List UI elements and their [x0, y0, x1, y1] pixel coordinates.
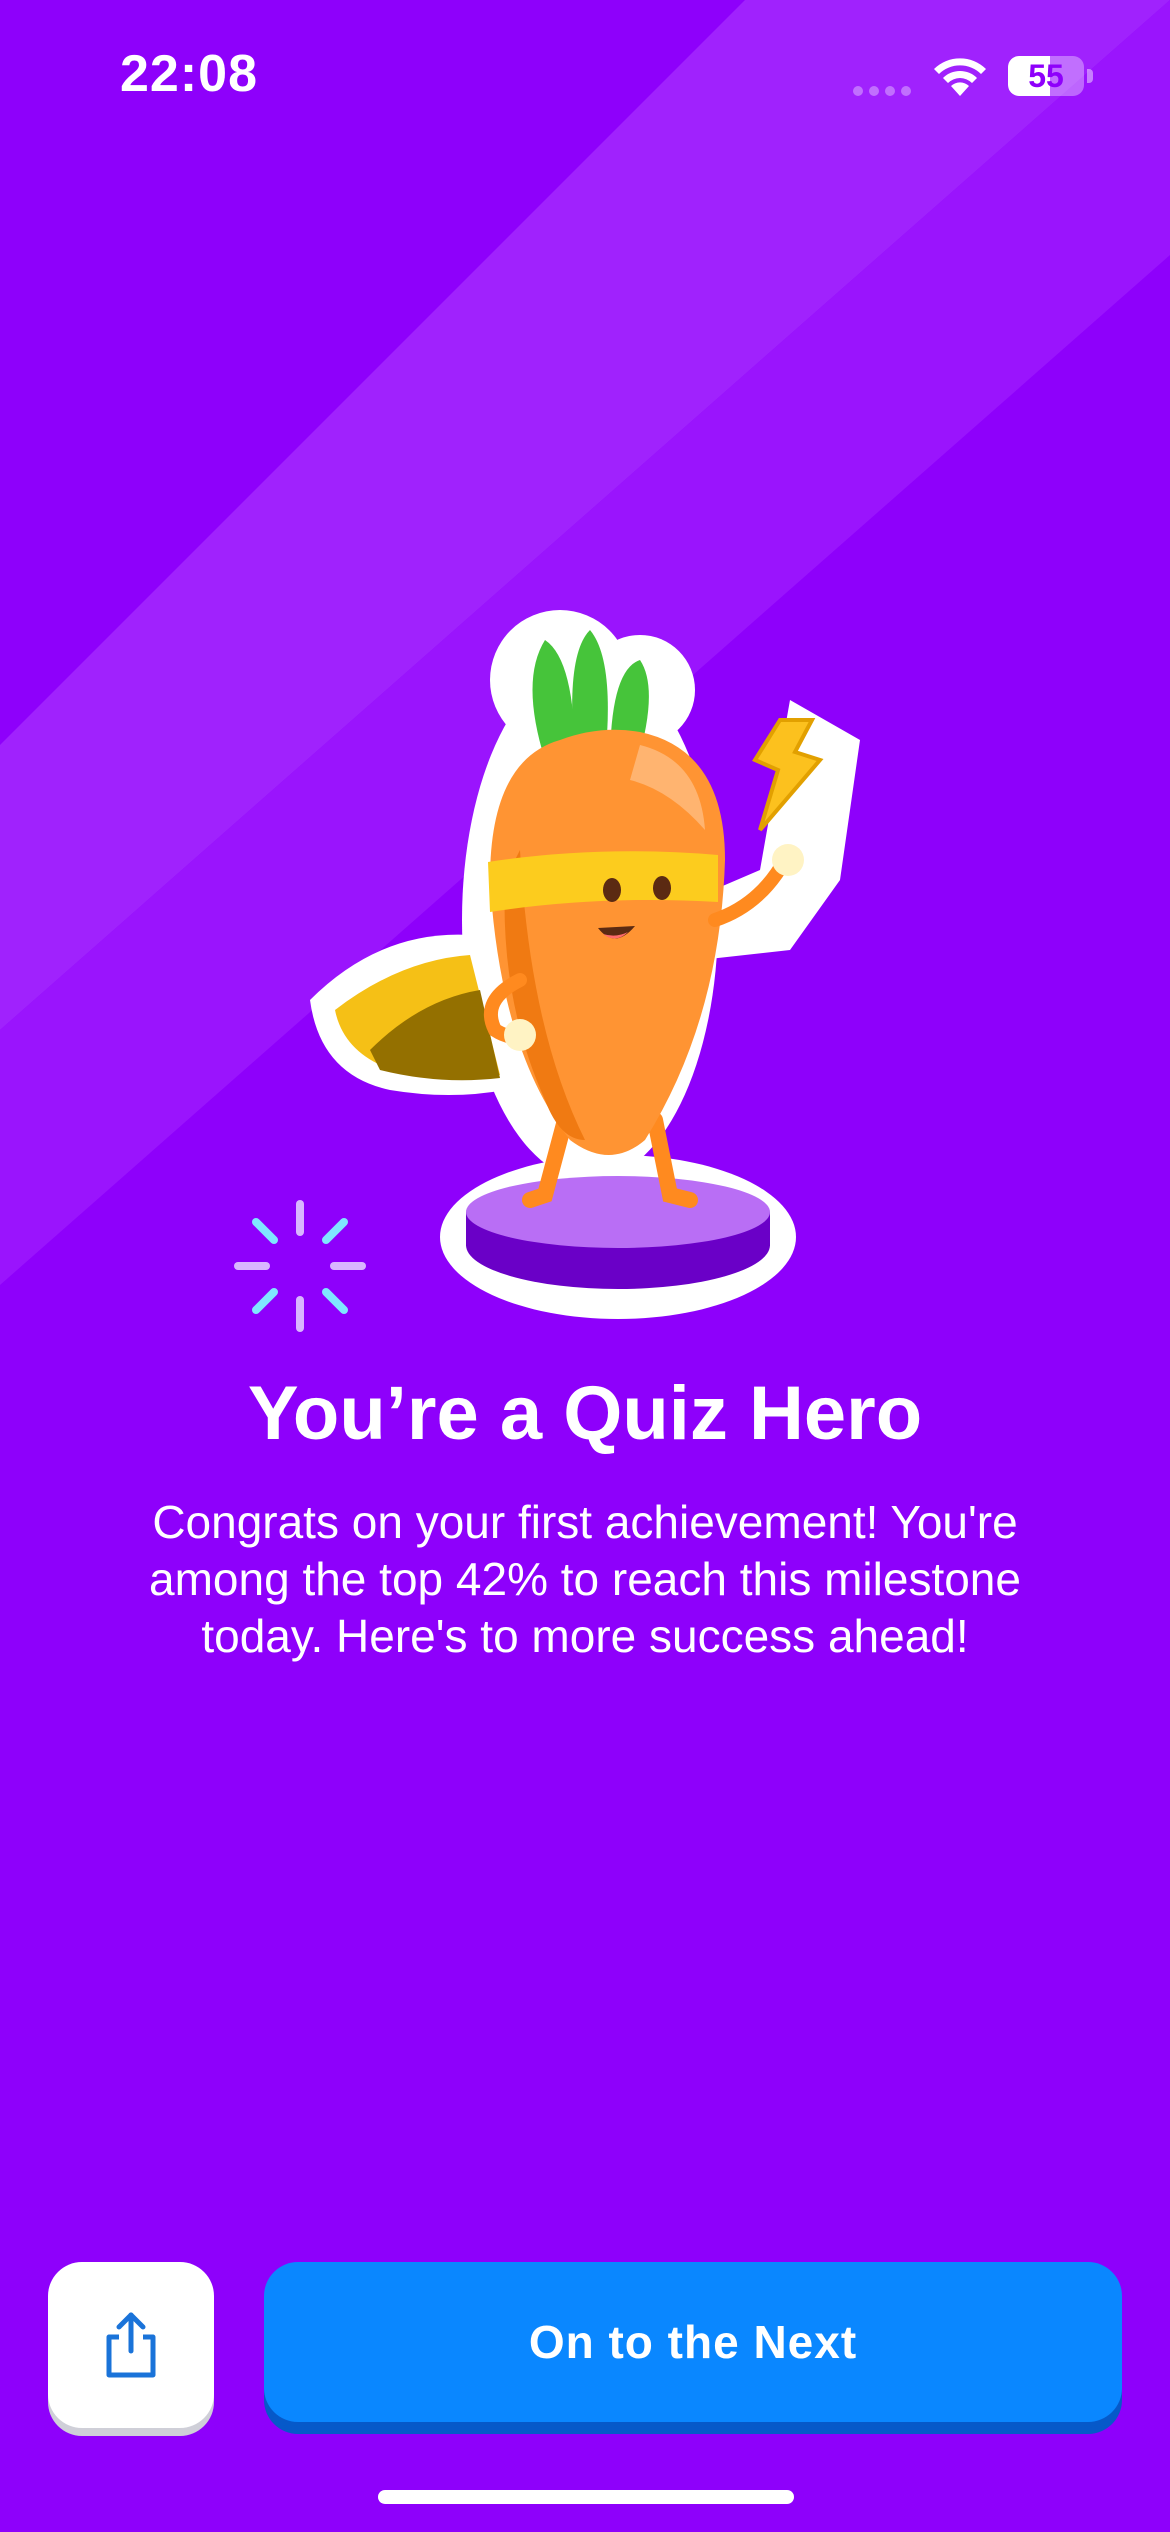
status-bar: 22:08 55	[0, 0, 1170, 150]
wifi-icon	[934, 58, 986, 96]
share-button[interactable]	[48, 2262, 214, 2428]
cellular-signal-icon	[853, 86, 911, 96]
sparkle-icon	[234, 1200, 366, 1332]
next-button[interactable]: On to the Next	[264, 2262, 1122, 2422]
achievement-title: You’re a Quiz Hero	[247, 1371, 923, 1456]
share-icon	[106, 2312, 156, 2378]
achievement-description: Congrats on your first achievement! You'…	[149, 1496, 1021, 1662]
status-time: 22:08	[120, 45, 258, 103]
battery-icon: 55	[1008, 56, 1084, 96]
battery-cap	[1087, 69, 1093, 83]
battery-level: 55	[1028, 58, 1064, 94]
home-indicator	[378, 2490, 794, 2504]
next-button-label: On to the Next	[528, 2316, 858, 2368]
